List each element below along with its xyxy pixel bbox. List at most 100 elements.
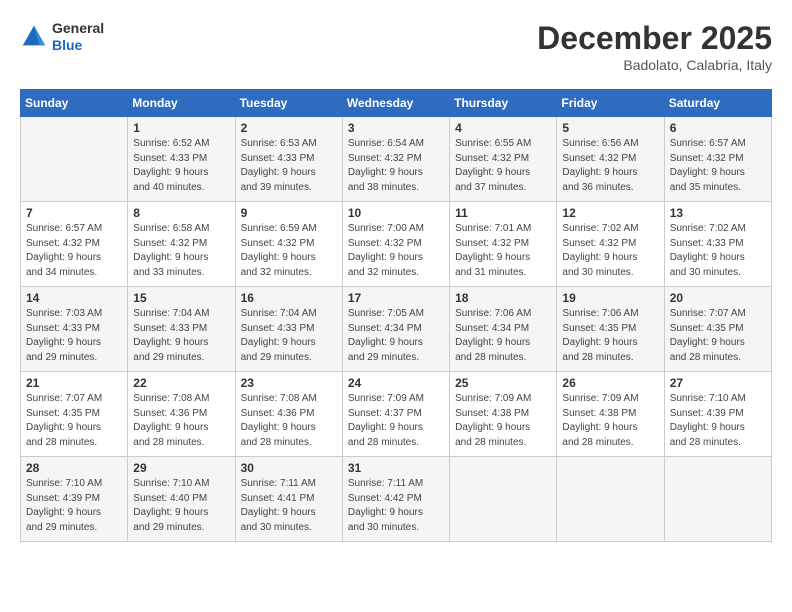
day-info: Sunrise: 7:02 AM Sunset: 4:32 PM Dayligh… bbox=[562, 222, 658, 280]
day-number: 1 bbox=[133, 121, 229, 135]
column-header-friday: Friday bbox=[557, 90, 664, 117]
calendar-cell: 25Sunrise: 7:09 AM Sunset: 4:38 PM Dayli… bbox=[450, 372, 557, 457]
day-info: Sunrise: 6:53 AM Sunset: 4:33 PM Dayligh… bbox=[241, 137, 337, 195]
column-header-sunday: Sunday bbox=[21, 90, 128, 117]
calendar-cell: 16 Sunrise: 7:04 AM Sunset: 4:33 PM Dayli… bbox=[235, 287, 342, 372]
location: Badolato, Calabria, Italy bbox=[537, 57, 772, 73]
calendar-cell: 11Sunrise: 7:01 AM Sunset: 4:32 PM Dayli… bbox=[450, 202, 557, 287]
day-info: Sunrise: 7:09 AM Sunset: 4:38 PM Dayligh… bbox=[455, 392, 551, 450]
day-number: 19 bbox=[562, 291, 658, 305]
day-number: 18 bbox=[455, 291, 551, 305]
calendar-cell: 14 Sunrise: 7:03 AM Sunset: 4:33 PM Dayli… bbox=[21, 287, 128, 372]
calendar-cell: 12 Sunrise: 7:02 AM Sunset: 4:32 PM Dayli… bbox=[557, 202, 664, 287]
calendar-table: SundayMondayTuesdayWednesdayThursdayFrid… bbox=[20, 89, 772, 542]
calendar-cell bbox=[450, 457, 557, 542]
calendar-cell: 18 Sunrise: 7:06 AM Sunset: 4:34 PM Dayli… bbox=[450, 287, 557, 372]
calendar-cell: 4Sunrise: 6:55 AM Sunset: 4:32 PM Daylig… bbox=[450, 117, 557, 202]
calendar-cell: 22Sunrise: 7:08 AM Sunset: 4:36 PM Dayli… bbox=[128, 372, 235, 457]
day-info: Sunrise: 7:11 AM Sunset: 4:42 PM Dayligh… bbox=[348, 477, 444, 535]
column-header-wednesday: Wednesday bbox=[342, 90, 449, 117]
calendar-cell: 8 Sunrise: 6:58 AM Sunset: 4:32 PM Daylig… bbox=[128, 202, 235, 287]
day-info: Sunrise: 7:10 AM Sunset: 4:39 PM Dayligh… bbox=[670, 392, 766, 450]
day-info: Sunrise: 7:03 AM Sunset: 4:33 PM Dayligh… bbox=[26, 307, 122, 365]
column-header-saturday: Saturday bbox=[664, 90, 771, 117]
day-number: 30 bbox=[241, 461, 337, 475]
day-info: Sunrise: 7:09 AM Sunset: 4:38 PM Dayligh… bbox=[562, 392, 658, 450]
logo-icon bbox=[20, 23, 48, 51]
calendar-header: SundayMondayTuesdayWednesdayThursdayFrid… bbox=[21, 90, 772, 117]
day-info: Sunrise: 7:06 AM Sunset: 4:34 PM Dayligh… bbox=[455, 307, 551, 365]
calendar-cell: 7Sunrise: 6:57 AM Sunset: 4:32 PM Daylig… bbox=[21, 202, 128, 287]
calendar-cell: 27 Sunrise: 7:10 AM Sunset: 4:39 PM Dayli… bbox=[664, 372, 771, 457]
day-number: 20 bbox=[670, 291, 766, 305]
calendar-cell: 15Sunrise: 7:04 AM Sunset: 4:33 PM Dayli… bbox=[128, 287, 235, 372]
calendar-cell: 23 Sunrise: 7:08 AM Sunset: 4:36 PM Dayli… bbox=[235, 372, 342, 457]
logo: General Blue bbox=[20, 20, 104, 54]
day-info: Sunrise: 7:04 AM Sunset: 4:33 PM Dayligh… bbox=[241, 307, 337, 365]
day-info: Sunrise: 7:07 AM Sunset: 4:35 PM Dayligh… bbox=[670, 307, 766, 365]
day-info: Sunrise: 7:08 AM Sunset: 4:36 PM Dayligh… bbox=[133, 392, 229, 450]
day-number: 2 bbox=[241, 121, 337, 135]
day-number: 6 bbox=[670, 121, 766, 135]
day-number: 10 bbox=[348, 206, 444, 220]
week-row-2: 7Sunrise: 6:57 AM Sunset: 4:32 PM Daylig… bbox=[21, 202, 772, 287]
column-header-thursday: Thursday bbox=[450, 90, 557, 117]
calendar-cell: 19 Sunrise: 7:06 AM Sunset: 4:35 PM Dayli… bbox=[557, 287, 664, 372]
header-row: SundayMondayTuesdayWednesdayThursdayFrid… bbox=[21, 90, 772, 117]
week-row-3: 14 Sunrise: 7:03 AM Sunset: 4:33 PM Dayli… bbox=[21, 287, 772, 372]
day-info: Sunrise: 6:57 AM Sunset: 4:32 PM Dayligh… bbox=[26, 222, 122, 280]
month-title: December 2025 bbox=[537, 20, 772, 57]
calendar-cell: 10 Sunrise: 7:00 AM Sunset: 4:32 PM Dayli… bbox=[342, 202, 449, 287]
calendar-cell: 13Sunrise: 7:02 AM Sunset: 4:33 PM Dayli… bbox=[664, 202, 771, 287]
calendar-cell: 24Sunrise: 7:09 AM Sunset: 4:37 PM Dayli… bbox=[342, 372, 449, 457]
logo-text: General Blue bbox=[52, 20, 104, 54]
day-info: Sunrise: 7:09 AM Sunset: 4:37 PM Dayligh… bbox=[348, 392, 444, 450]
day-number: 23 bbox=[241, 376, 337, 390]
calendar-cell: 29Sunrise: 7:10 AM Sunset: 4:40 PM Dayli… bbox=[128, 457, 235, 542]
calendar-cell bbox=[21, 117, 128, 202]
calendar-cell: 2 Sunrise: 6:53 AM Sunset: 4:33 PM Daylig… bbox=[235, 117, 342, 202]
calendar-cell bbox=[664, 457, 771, 542]
calendar-cell: 9 Sunrise: 6:59 AM Sunset: 4:32 PM Daylig… bbox=[235, 202, 342, 287]
day-number: 14 bbox=[26, 291, 122, 305]
day-number: 5 bbox=[562, 121, 658, 135]
day-info: Sunrise: 6:52 AM Sunset: 4:33 PM Dayligh… bbox=[133, 137, 229, 195]
calendar-cell bbox=[557, 457, 664, 542]
column-header-tuesday: Tuesday bbox=[235, 90, 342, 117]
day-number: 28 bbox=[26, 461, 122, 475]
calendar-cell: 6 Sunrise: 6:57 AM Sunset: 4:32 PM Daylig… bbox=[664, 117, 771, 202]
day-number: 8 bbox=[133, 206, 229, 220]
day-info: Sunrise: 7:08 AM Sunset: 4:36 PM Dayligh… bbox=[241, 392, 337, 450]
day-number: 3 bbox=[348, 121, 444, 135]
calendar-cell: 30 Sunrise: 7:11 AM Sunset: 4:41 PM Dayli… bbox=[235, 457, 342, 542]
day-number: 26 bbox=[562, 376, 658, 390]
day-number: 12 bbox=[562, 206, 658, 220]
page-header: General Blue December 2025 Badolato, Cal… bbox=[20, 20, 772, 73]
day-number: 11 bbox=[455, 206, 551, 220]
day-number: 17 bbox=[348, 291, 444, 305]
day-info: Sunrise: 7:10 AM Sunset: 4:39 PM Dayligh… bbox=[26, 477, 122, 535]
week-row-1: 1 Sunrise: 6:52 AM Sunset: 4:33 PM Daylig… bbox=[21, 117, 772, 202]
day-number: 27 bbox=[670, 376, 766, 390]
calendar-cell: 17 Sunrise: 7:05 AM Sunset: 4:34 PM Dayli… bbox=[342, 287, 449, 372]
day-info: Sunrise: 7:10 AM Sunset: 4:40 PM Dayligh… bbox=[133, 477, 229, 535]
day-info: Sunrise: 7:05 AM Sunset: 4:34 PM Dayligh… bbox=[348, 307, 444, 365]
day-info: Sunrise: 6:57 AM Sunset: 4:32 PM Dayligh… bbox=[670, 137, 766, 195]
calendar-cell: 5 Sunrise: 6:56 AM Sunset: 4:32 PM Daylig… bbox=[557, 117, 664, 202]
day-info: Sunrise: 6:56 AM Sunset: 4:32 PM Dayligh… bbox=[562, 137, 658, 195]
day-info: Sunrise: 6:58 AM Sunset: 4:32 PM Dayligh… bbox=[133, 222, 229, 280]
day-info: Sunrise: 6:59 AM Sunset: 4:32 PM Dayligh… bbox=[241, 222, 337, 280]
day-number: 9 bbox=[241, 206, 337, 220]
day-info: Sunrise: 6:54 AM Sunset: 4:32 PM Dayligh… bbox=[348, 137, 444, 195]
calendar-cell: 3 Sunrise: 6:54 AM Sunset: 4:32 PM Daylig… bbox=[342, 117, 449, 202]
day-info: Sunrise: 7:06 AM Sunset: 4:35 PM Dayligh… bbox=[562, 307, 658, 365]
calendar-cell: 20 Sunrise: 7:07 AM Sunset: 4:35 PM Dayli… bbox=[664, 287, 771, 372]
day-number: 15 bbox=[133, 291, 229, 305]
day-number: 16 bbox=[241, 291, 337, 305]
day-number: 31 bbox=[348, 461, 444, 475]
day-number: 4 bbox=[455, 121, 551, 135]
calendar-body: 1 Sunrise: 6:52 AM Sunset: 4:33 PM Daylig… bbox=[21, 117, 772, 542]
title-block: December 2025 Badolato, Calabria, Italy bbox=[537, 20, 772, 73]
day-info: Sunrise: 7:11 AM Sunset: 4:41 PM Dayligh… bbox=[241, 477, 337, 535]
day-info: Sunrise: 7:00 AM Sunset: 4:32 PM Dayligh… bbox=[348, 222, 444, 280]
